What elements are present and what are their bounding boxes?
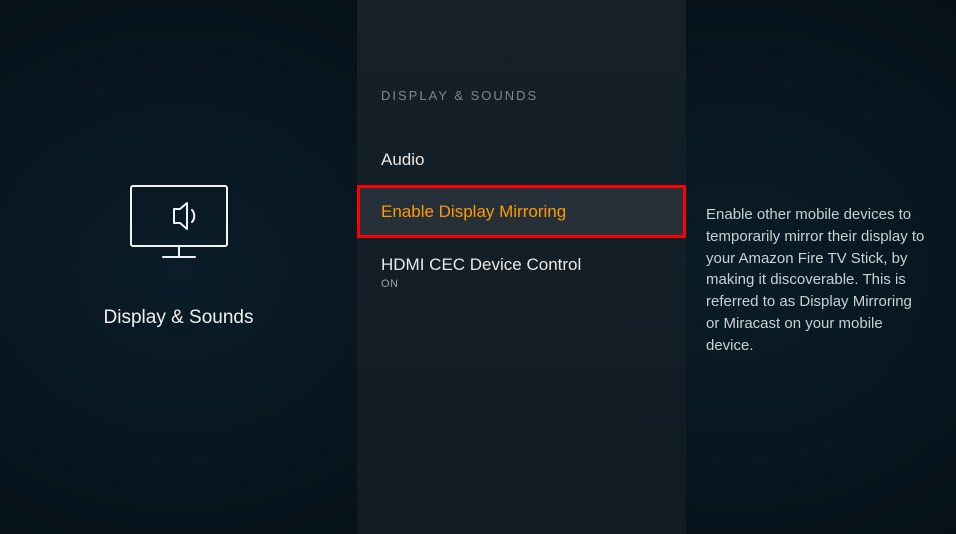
menu-item-label: HDMI CEC Device Control <box>381 255 581 274</box>
menu-item-subvalue: ON <box>381 278 662 292</box>
settings-list-panel: DISPLAY & SOUNDS Audio Enable Display Mi… <box>357 0 686 534</box>
description-panel: Enable other mobile devices to temporari… <box>686 0 956 534</box>
menu-item-hdmi-cec-device-control[interactable]: HDMI CEC Device Control ON <box>357 238 686 307</box>
menu-item-label: Audio <box>381 150 424 169</box>
category-icon-block: Display & Sounds <box>104 185 254 329</box>
tv-speaker-icon <box>130 185 228 259</box>
menu-item-enable-display-mirroring[interactable]: Enable Display Mirroring <box>357 185 686 237</box>
menu-item-audio[interactable]: Audio <box>357 133 686 185</box>
item-description: Enable other mobile devices to temporari… <box>706 204 926 356</box>
category-panel: Display & Sounds <box>0 0 357 534</box>
section-header: DISPLAY & SOUNDS <box>357 88 686 133</box>
menu-item-label: Enable Display Mirroring <box>381 202 566 221</box>
category-label: Display & Sounds <box>104 307 254 329</box>
